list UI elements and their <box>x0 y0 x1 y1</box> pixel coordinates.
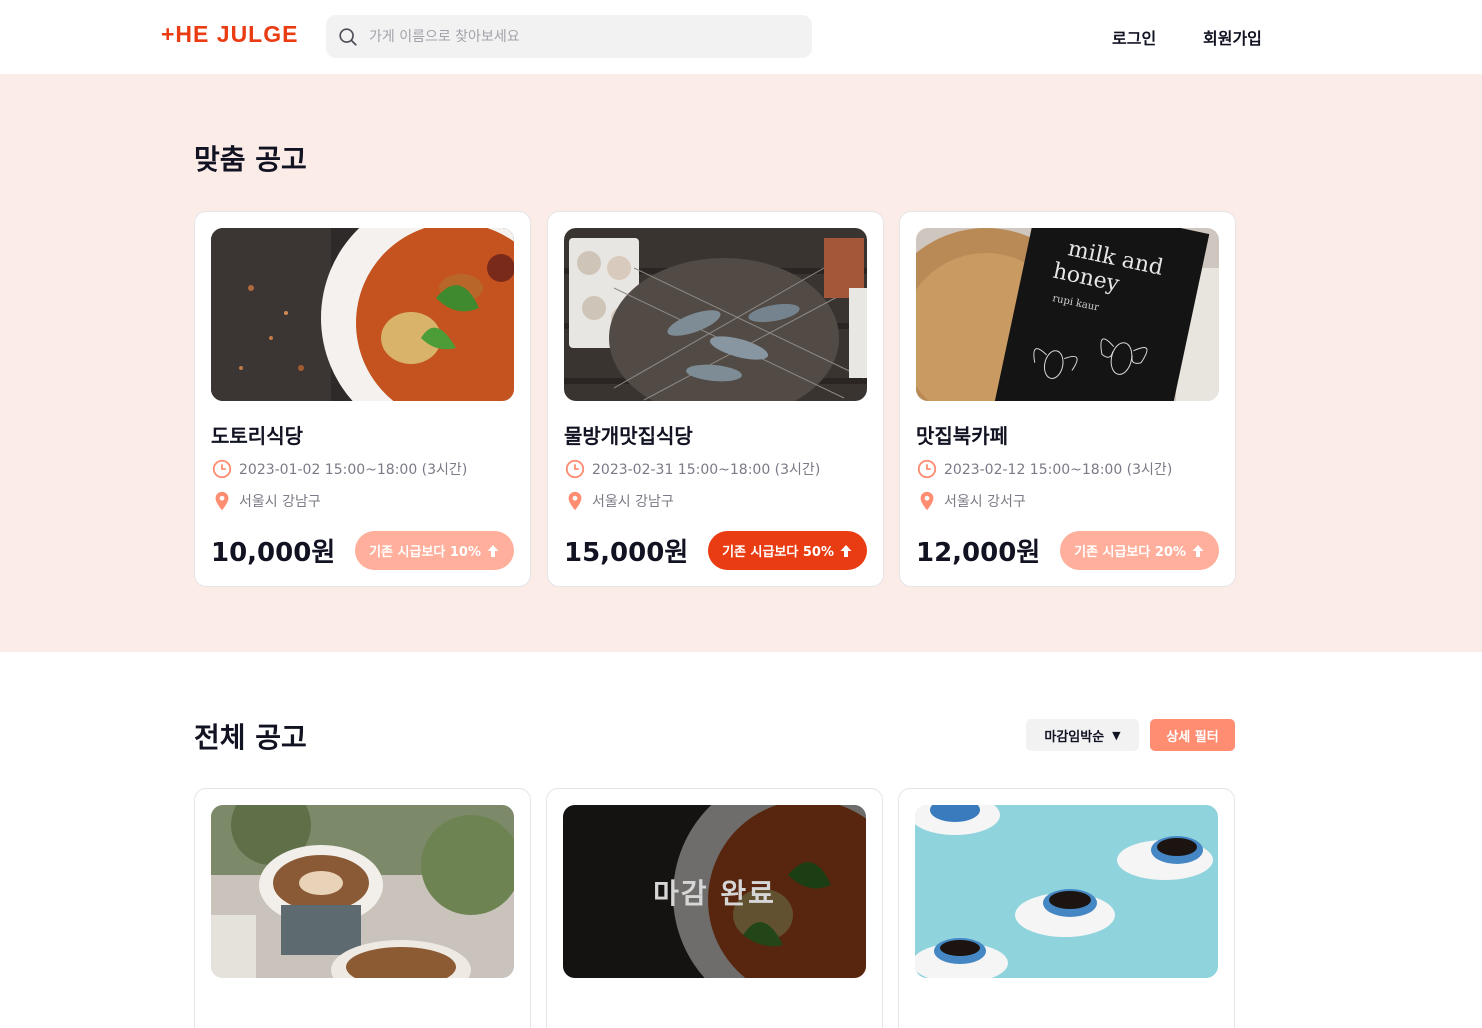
pay-increase-badge: 기존 시급보다 20% <box>1060 531 1219 570</box>
work-time: 2023-02-31 15:00~18:00 (3시간) <box>564 458 820 480</box>
shop-image <box>564 228 867 401</box>
location-pin-icon <box>920 491 934 511</box>
notice-card[interactable]: 물방개맛집식당 2023-02-31 15:00~18:00 (3시간) 서울시… <box>547 211 884 587</box>
location-text: 서울시 강서구 <box>944 494 1026 510</box>
clock-icon <box>212 459 232 479</box>
shop-image: milk and honey rupi kaur <box>916 228 1219 401</box>
arrow-up-icon <box>487 544 499 557</box>
shop-image <box>211 228 514 401</box>
shop-name: 맛집북카페 <box>916 424 1008 448</box>
hourly-pay: 10,000원 <box>211 538 336 568</box>
clock-icon <box>917 459 937 479</box>
hourly-pay: 12,000원 <box>916 538 1041 568</box>
detail-filter-button[interactable]: 상세 필터 <box>1150 719 1235 751</box>
closed-overlay: 마감 완료 <box>563 805 866 978</box>
caret-down-icon: ▼ <box>1112 728 1121 742</box>
signup-link[interactable]: 회원가입 <box>1203 25 1262 49</box>
arrow-up-icon <box>840 544 852 557</box>
notice-card[interactable]: 도토리식당 2023-01-02 15:00~18:00 (3시간) 서울시 강… <box>194 211 531 587</box>
section-title-custom: 맞춤 공고 <box>194 143 307 176</box>
sort-dropdown[interactable]: 마감임박순 ▼ <box>1026 719 1139 751</box>
notice-card[interactable] <box>194 788 531 1028</box>
work-time: 2023-02-12 15:00~18:00 (3시간) <box>916 458 1172 480</box>
pay-increase-badge: 기존 시급보다 10% <box>355 531 514 570</box>
shop-name: 물방개맛집식당 <box>564 424 693 448</box>
notice-card[interactable] <box>898 788 1235 1028</box>
notice-card-closed[interactable]: 마감 완료 <box>546 788 883 1028</box>
shop-image: 마감 완료 <box>563 805 866 978</box>
work-time-text: 2023-02-31 15:00~18:00 (3시간) <box>592 462 821 478</box>
section-title-all: 전체 공고 <box>194 721 307 754</box>
sort-label: 마감임박순 <box>1044 729 1105 745</box>
badge-text: 기존 시급보다 20% <box>1074 545 1186 560</box>
work-location: 서울시 강남구 <box>564 490 674 512</box>
work-location: 서울시 강서구 <box>916 490 1026 512</box>
work-location: 서울시 강남구 <box>211 490 321 512</box>
logo[interactable]: +HE JULGE <box>161 21 298 48</box>
work-time: 2023-01-02 15:00~18:00 (3시간) <box>211 458 467 480</box>
pay-increase-badge: 기존 시급보다 50% <box>708 531 867 570</box>
badge-text: 기존 시급보다 10% <box>369 545 481 560</box>
search-bar[interactable] <box>326 15 812 58</box>
shop-name: 도토리식당 <box>211 424 303 448</box>
search-input[interactable] <box>369 15 799 58</box>
location-pin-icon <box>215 491 229 511</box>
location-text: 서울시 강남구 <box>592 494 674 510</box>
hourly-pay: 15,000원 <box>564 538 689 568</box>
login-link[interactable]: 로그인 <box>1112 25 1156 49</box>
clock-icon <box>565 459 585 479</box>
location-text: 서울시 강남구 <box>239 494 321 510</box>
custom-notices-section: 맞춤 공고 도토리식당 2023-01-02 15:00~18:00 (3시간)… <box>0 74 1482 652</box>
shop-image <box>915 805 1218 978</box>
shop-image <box>211 805 514 978</box>
header: +HE JULGE 로그인 회원가입 <box>0 0 1482 74</box>
work-time-text: 2023-01-02 15:00~18:00 (3시간) <box>239 462 468 478</box>
badge-text: 기존 시급보다 50% <box>722 545 834 560</box>
location-pin-icon <box>568 491 582 511</box>
arrow-up-icon <box>1192 544 1204 557</box>
work-time-text: 2023-02-12 15:00~18:00 (3시간) <box>944 462 1173 478</box>
search-icon <box>339 28 357 46</box>
notice-card[interactable]: milk and honey rupi kaur 맛집북카페 2023-02-1… <box>899 211 1236 587</box>
